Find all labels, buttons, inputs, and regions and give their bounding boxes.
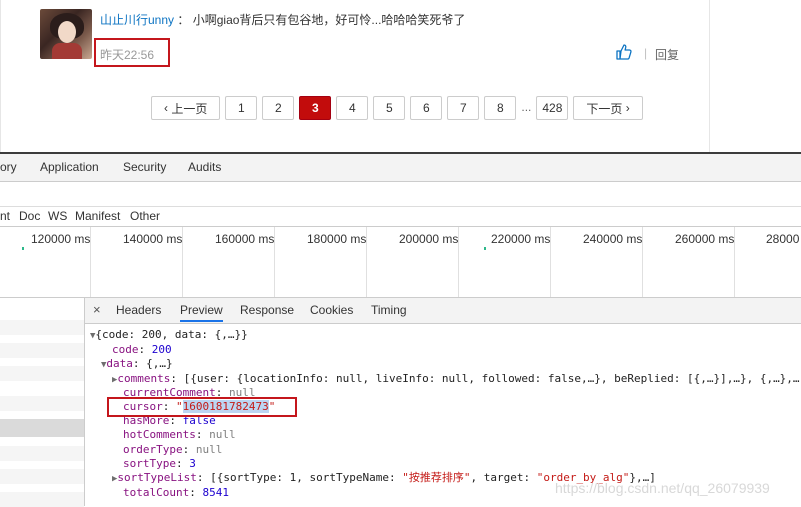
reply-link[interactable]: 回复 [655, 46, 679, 63]
timeline-tick: 120000 ms [31, 232, 91, 246]
request-row[interactable] [0, 492, 84, 507]
close-icon[interactable]: × [93, 302, 101, 317]
tab-security[interactable]: Security [123, 160, 166, 174]
json-code-row: code: 200 [112, 343, 172, 356]
page-ellipsis: ... [521, 96, 532, 118]
timeline-tick: 220000 ms [491, 232, 551, 246]
page-right-border [709, 0, 710, 152]
pagination: ‹ 上一页 1 2 3 4 5 6 7 8 ... 428 下一页 › [151, 96, 643, 120]
timeline-tick: 28000 [766, 232, 800, 246]
request-list [0, 298, 85, 507]
devtools-main-tabs: ory Application Security Audits [0, 154, 801, 182]
page-button-5[interactable]: 5 [373, 96, 406, 120]
next-page-button[interactable]: 下一页 › [573, 96, 643, 120]
page-button-4[interactable]: 4 [336, 96, 369, 120]
timeline-tick: 160000 ms [215, 232, 275, 246]
filter-font[interactable]: nt [0, 209, 10, 223]
timeline-request-mark [22, 247, 24, 250]
tab-headers[interactable]: Headers [116, 303, 161, 317]
action-divider: | [644, 46, 648, 60]
comment-separator: ： [177, 13, 190, 27]
request-row[interactable] [0, 366, 84, 381]
comment-username-link[interactable]: 山止川行unny [100, 13, 174, 27]
timeline-tick: 200000 ms [399, 232, 459, 246]
thumbs-up-icon[interactable] [615, 43, 633, 61]
watermark: https://blog.csdn.net/qq_26079939 [555, 480, 770, 496]
json-data-row[interactable]: ▼data: {,…} [101, 357, 173, 372]
comment-text: 小啊giao背后只有包谷地，好可怜...哈哈哈笑死爷了 [192, 13, 466, 27]
page-button-2[interactable]: 2 [262, 96, 295, 120]
network-toolbar [0, 182, 801, 207]
json-comments-row[interactable]: ▶comments: [{user: {locationInfo: null, … [112, 372, 800, 387]
tab-memory[interactable]: ory [0, 160, 17, 174]
page-button-6[interactable]: 6 [410, 96, 443, 120]
network-overview-timeline[interactable]: 120000 ms 140000 ms 160000 ms 180000 ms … [0, 227, 801, 298]
request-detail-tabs: Headers Preview Response Cookies Timing [85, 298, 801, 324]
chevron-left-icon: ‹ [164, 101, 172, 115]
cursor-highlight-box [107, 397, 297, 417]
request-row-selected[interactable] [0, 419, 84, 437]
filter-manifest[interactable]: Manifest [75, 209, 120, 223]
json-totalcount-row: totalCount: 8541 [123, 486, 229, 499]
json-root-row[interactable]: ▼{code: 200, data: {,…}} [90, 328, 248, 343]
timeline-tick: 260000 ms [675, 232, 735, 246]
page-button-8[interactable]: 8 [484, 96, 517, 120]
tab-preview[interactable]: Preview [180, 303, 223, 322]
avatar[interactable] [40, 9, 92, 59]
page-button-1[interactable]: 1 [225, 96, 258, 120]
request-row[interactable] [0, 469, 84, 484]
tab-audits[interactable]: Audits [188, 160, 221, 174]
prev-page-button[interactable]: ‹ 上一页 [151, 96, 221, 120]
timeline-tick: 240000 ms [583, 232, 643, 246]
tab-timing[interactable]: Timing [371, 303, 407, 317]
resource-type-filters: nt Doc WS Manifest Other [0, 207, 801, 227]
json-ordertype-row: orderType: null [123, 443, 223, 456]
filter-doc[interactable]: Doc [19, 209, 40, 223]
timeline-request-mark [484, 247, 486, 250]
page-button-last[interactable]: 428 [536, 96, 569, 120]
filter-ws[interactable]: WS [48, 209, 67, 223]
timeline-tick: 140000 ms [123, 232, 183, 246]
json-sorttype-row: sortType: 3 [123, 457, 196, 470]
page-button-7[interactable]: 7 [447, 96, 480, 120]
page-button-3-active[interactable]: 3 [299, 96, 332, 120]
request-row[interactable] [0, 396, 84, 411]
tab-application[interactable]: Application [40, 160, 99, 174]
request-row[interactable] [0, 343, 84, 358]
filter-other[interactable]: Other [130, 209, 160, 223]
page-left-border [0, 0, 1, 152]
tab-response[interactable]: Response [240, 303, 294, 317]
tab-cookies[interactable]: Cookies [310, 303, 353, 317]
json-hotcomments-row: hotComments: null [123, 428, 236, 441]
request-row[interactable] [0, 446, 84, 461]
request-row[interactable] [0, 320, 84, 335]
chevron-right-icon: › [622, 101, 630, 115]
timeline-tick: 180000 ms [307, 232, 367, 246]
timestamp-highlight-box [94, 38, 170, 67]
comment-content: 山止川行unny ： 小啊giao背后只有包谷地，好可怜...哈哈哈笑死爷了 [100, 11, 465, 28]
